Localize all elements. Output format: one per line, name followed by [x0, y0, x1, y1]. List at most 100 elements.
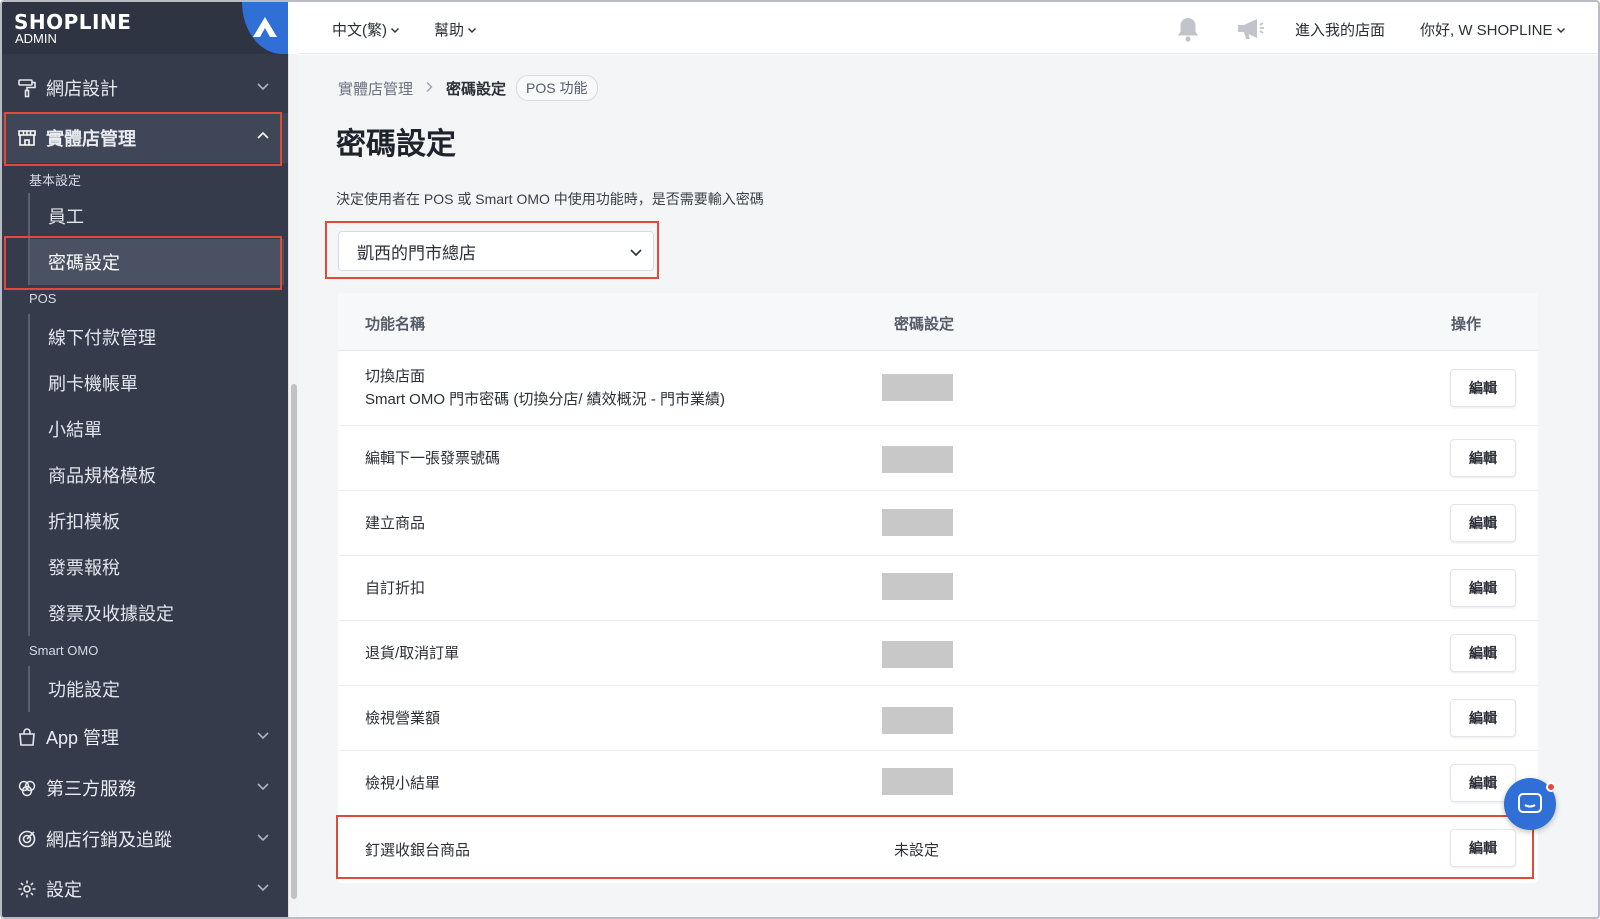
- function-name: 退貨/取消訂單: [365, 645, 460, 662]
- edit-button[interactable]: 編輯: [1450, 634, 1516, 672]
- function-name: 編輯下一張發票號碼: [365, 450, 501, 467]
- password-settings-table: 功能名稱 密碼設定 操作 切換店面 Smart OMO 門市密碼 (切換分店/ …: [338, 293, 1538, 883]
- sidebar: SHOPLINE ADMIN 網店設計 實體店管理 基本設定 員工 密碼設定 P…: [2, 2, 288, 917]
- table-row: 建立商品 編輯: [338, 491, 1538, 556]
- chevron-down-icon: [257, 834, 269, 842]
- header-password-setting: 密碼設定: [894, 316, 955, 333]
- table-row: 檢視營業額 編輯: [338, 686, 1538, 751]
- sidebar-item-label: App 管理: [46, 728, 120, 748]
- function-name-line: 切換店面: [365, 368, 426, 385]
- group-label-pos: POS: [29, 291, 57, 306]
- sidebar-item-password-settings[interactable]: 密碼設定: [28, 239, 284, 285]
- function-name: 自訂折扣: [365, 580, 426, 597]
- enter-store-link[interactable]: 進入我的店面: [1295, 19, 1385, 40]
- group-label-smart-omo: Smart OMO: [29, 643, 99, 658]
- sidebar-item-label: 實體店管理: [46, 129, 136, 149]
- edit-button[interactable]: 編輯: [1450, 829, 1516, 867]
- table-row: 釘選收銀台商品 未設定 編輯: [338, 816, 1538, 881]
- table-row: 自訂折扣 編輯: [338, 556, 1538, 621]
- main-content: 實體店管理 密碼設定 POS 功能 密碼設定 決定使用者在 POS 或 Smar…: [298, 55, 1598, 917]
- sidebar-item-label: 網店行銷及追蹤: [46, 830, 172, 850]
- table-row: 切換店面 Smart OMO 門市密碼 (切換分店/ 績效概況 - 門市業績) …: [338, 351, 1538, 426]
- password-masked-value: [882, 707, 953, 734]
- password-masked-value: [882, 573, 953, 600]
- chevron-down-icon: [257, 783, 269, 791]
- edit-button[interactable]: 編輯: [1450, 439, 1516, 477]
- sidebar-toggle-button[interactable]: [242, 2, 288, 54]
- shopline-mark-icon: [253, 17, 277, 37]
- edit-button[interactable]: 編輯: [1450, 569, 1516, 607]
- gear-icon: [16, 878, 38, 900]
- store-select[interactable]: 凱西的門市總店: [338, 231, 654, 271]
- breadcrumb-current: 密碼設定: [446, 80, 507, 98]
- chevron-down-icon: [257, 732, 269, 740]
- breadcrumb-parent-link[interactable]: 實體店管理: [338, 78, 413, 99]
- sidebar-item-label: 設定: [46, 880, 82, 900]
- edit-button[interactable]: 編輯: [1450, 369, 1516, 407]
- user-greeting: 你好, W SHOPLINE: [1420, 22, 1553, 39]
- chevron-down-icon: [630, 249, 642, 257]
- sidebar-item-card-reader-bills[interactable]: 刷卡機帳單: [28, 360, 284, 406]
- page-title: 密碼設定: [336, 128, 456, 161]
- sidebar-item-invoice-receipt-settings[interactable]: 發票及收據設定: [28, 590, 284, 636]
- language-dropdown[interactable]: 中文(繁): [332, 19, 400, 40]
- megaphone-icon[interactable]: [1232, 16, 1265, 42]
- header-action: 操作: [1451, 316, 1482, 333]
- function-name-subline: Smart OMO 門市密碼 (切換分店/ 績效概況 - 門市業績): [365, 391, 725, 408]
- chevron-down-icon: [468, 27, 477, 33]
- chevron-up-icon: [257, 131, 269, 139]
- breadcrumb: 實體店管理 密碼設定 POS 功能: [338, 75, 598, 101]
- sidebar-item-retail-store[interactable]: 實體店管理: [2, 113, 288, 163]
- edit-button[interactable]: 編輯: [1450, 504, 1516, 542]
- chevron-down-icon: [1556, 27, 1565, 33]
- user-menu-dropdown[interactable]: 你好, W SHOPLINE: [1420, 19, 1566, 40]
- chevron-right-icon: [425, 80, 434, 97]
- function-name: 建立商品: [365, 515, 426, 532]
- notification-dot: [1546, 782, 1556, 792]
- store-icon: [16, 127, 38, 149]
- third-party-icon: [16, 777, 38, 799]
- help-dropdown[interactable]: 幫助: [434, 19, 477, 40]
- edit-button[interactable]: 編輯: [1450, 699, 1516, 737]
- chevron-down-icon: [391, 27, 399, 33]
- sidebar-item-app-management[interactable]: App 管理: [2, 712, 288, 762]
- sidebar-item-discount-template[interactable]: 折扣模板: [28, 498, 284, 544]
- top-bar: 中文(繁) 幫助 進入我的店面 你好, W SHOPLINE: [298, 2, 1598, 54]
- shopping-bag-icon: [16, 726, 38, 748]
- sidebar-item-settings[interactable]: 設定: [2, 864, 288, 914]
- store-select-value: 凱西的門市總店: [357, 243, 476, 263]
- password-masked-value: [882, 509, 953, 536]
- chevron-down-icon: [257, 884, 269, 892]
- sidebar-item-label: 網店設計: [46, 79, 118, 99]
- sidebar-scrollbar-thumb[interactable]: [291, 384, 297, 899]
- page-description: 決定使用者在 POS 或 Smart OMO 中使用功能時，是否需要輸入密碼: [336, 191, 764, 207]
- table-row: 檢視小結單 編輯: [338, 751, 1538, 816]
- function-name: 檢視小結單: [365, 775, 441, 792]
- sidebar-item-store-design[interactable]: 網店設計: [2, 63, 288, 113]
- pos-feature-badge: POS 功能: [516, 75, 598, 101]
- function-name: 檢視營業額: [365, 710, 441, 727]
- table-row: 退貨/取消訂單 編輯: [338, 621, 1538, 686]
- password-masked-value: [882, 446, 953, 473]
- help-label: 幫助: [434, 22, 465, 39]
- sidebar-item-shift-report[interactable]: 小結單: [28, 406, 284, 452]
- marketing-icon: [16, 828, 38, 850]
- chat-widget-button[interactable]: [1504, 778, 1556, 830]
- sidebar-item-marketing[interactable]: 網店行銷及追蹤: [2, 814, 288, 864]
- table-row: 編輯下一張發票號碼 編輯: [338, 426, 1538, 491]
- sidebar-item-offline-payment[interactable]: 線下付款管理: [28, 314, 284, 360]
- sidebar-item-staff[interactable]: 員工: [28, 193, 284, 239]
- sidebar-item-third-party[interactable]: 第三方服務: [2, 763, 288, 813]
- password-masked-value: [882, 641, 953, 668]
- notification-bell-icon[interactable]: [1172, 15, 1201, 43]
- chevron-down-icon: [257, 83, 269, 91]
- admin-label: ADMIN: [15, 31, 57, 46]
- function-name: 切換店面 Smart OMO 門市密碼 (切換分店/ 績效概況 - 門市業績): [365, 365, 725, 411]
- app-window: SHOPLINE ADMIN 網店設計 實體店管理 基本設定 員工 密碼設定 P…: [0, 0, 1600, 919]
- sidebar-item-feature-settings[interactable]: 功能設定: [28, 666, 284, 712]
- sidebar-item-invoice-tax[interactable]: 發票報稅: [28, 544, 284, 590]
- password-status: 未設定: [894, 842, 940, 859]
- sidebar-item-variant-template[interactable]: 商品規格模板: [28, 452, 284, 498]
- table-header: 功能名稱 密碼設定 操作: [338, 293, 1538, 351]
- brand-header: SHOPLINE ADMIN: [2, 2, 288, 54]
